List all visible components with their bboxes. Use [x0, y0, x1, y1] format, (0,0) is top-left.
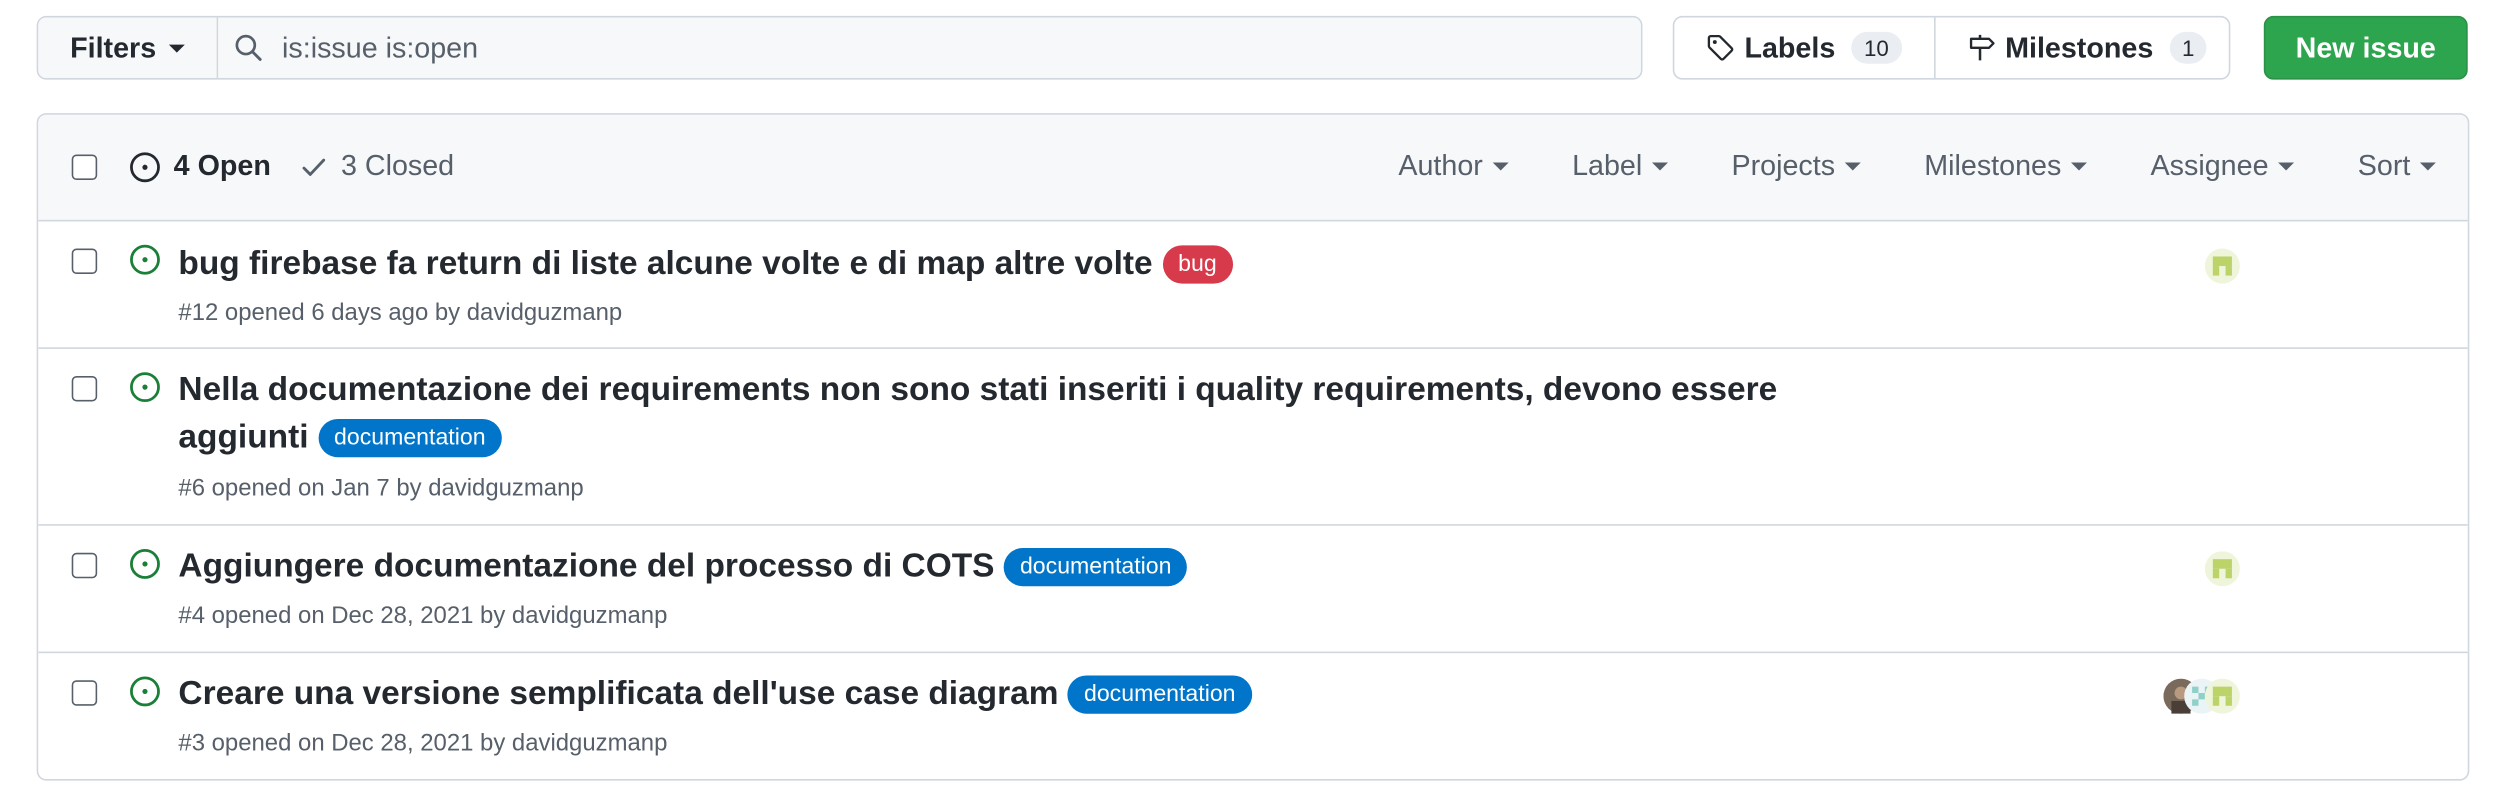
check-icon: [302, 157, 326, 176]
closed-count-label: 3 Closed: [340, 149, 455, 182]
projects-filter[interactable]: Projects: [1731, 149, 1861, 183]
issue-meta-text: #4 opened on Dec 28, 2021 by: [178, 602, 512, 630]
issue-label[interactable]: documentation: [1004, 548, 1188, 587]
assignee-avatar[interactable]: [2204, 551, 2240, 587]
author-filter-label: Author: [1398, 149, 1483, 182]
issue-title-link[interactable]: Nella documentazione dei requirements no…: [178, 371, 1777, 408]
issue-meta-text: #12 opened 6 days ago by: [178, 299, 467, 327]
issue-title-link[interactable]: bug firebase fa return di liste alcune v…: [178, 245, 1152, 282]
issue-title-line: Nella documentazione dei requirements no…: [178, 366, 1777, 414]
chevron-down-icon: [1651, 162, 1668, 171]
issue-author-link[interactable]: davidguzmanp: [428, 475, 583, 502]
issue-author-link[interactable]: davidguzmanp: [512, 730, 667, 757]
issues-list: 4 Open 3 Closed Author Label Projects Mi…: [36, 113, 2470, 781]
issue-checkbox[interactable]: [71, 552, 98, 579]
chevron-down-icon: [2419, 162, 2436, 171]
milestones-filter[interactable]: Milestones: [1924, 150, 2087, 183]
issues-list-header: 4 Open 3 Closed Author Label Projects Mi…: [38, 114, 2468, 222]
search-field[interactable]: [218, 17, 1641, 79]
issue-open-icon: [130, 549, 160, 579]
new-issue-button[interactable]: New issue: [2263, 15, 2468, 80]
filters-dropdown-button[interactable]: Filters: [38, 17, 219, 79]
assignee-filter-label: Assignee: [2150, 149, 2269, 182]
issue-state-toggle: 4 Open 3 Closed: [129, 150, 454, 183]
issue-title-link[interactable]: Creare una versione semplificata dell'us…: [178, 675, 1058, 712]
issue-title-line: Creare una versione semplificata dell'us…: [178, 671, 1252, 719]
issue-checkbox[interactable]: [71, 680, 98, 706]
chevron-down-icon: [2070, 162, 2087, 171]
issue-author-link[interactable]: davidguzmanp: [512, 602, 667, 629]
issue-open-icon: [130, 676, 160, 707]
labels-count: 10: [1851, 31, 1902, 64]
issue-author-link[interactable]: davidguzmanp: [467, 300, 622, 327]
milestones-count: 1: [2169, 31, 2208, 64]
chevron-down-icon: [2278, 162, 2295, 171]
select-all-checkbox[interactable]: [71, 154, 98, 181]
issue-row: Aggiungere documentazione del processo d…: [38, 526, 2468, 654]
issue-title-link[interactable]: Aggiungere documentazione del processo d…: [178, 548, 994, 585]
issue-open-icon: [130, 151, 160, 182]
open-count-label: 4 Open: [173, 149, 271, 182]
label-filter[interactable]: Label: [1572, 150, 1668, 183]
author-filter[interactable]: Author: [1398, 149, 1509, 183]
issue-meta: #4 opened on Dec 28, 2021 by davidguzman…: [178, 602, 667, 629]
issues-toolbar: Filters Labels 10 Milestones 1 New issue: [36, 15, 2468, 80]
milestones-filter-label: Milestones: [1924, 149, 2062, 182]
issue-title-line: Aggiungere documentazione del processo d…: [178, 543, 1188, 591]
filters-label: Filters: [70, 31, 157, 63]
issue-row: Creare una versione semplificata dell'us…: [38, 653, 2467, 779]
search-icon: [235, 34, 262, 61]
issue-checkbox[interactable]: [71, 375, 98, 402]
milestone-icon: [1969, 34, 1995, 61]
labels-label: Labels: [1744, 31, 1836, 63]
chevron-down-icon: [1844, 162, 1861, 171]
issue-open-icon: [130, 244, 160, 275]
search-input[interactable]: [278, 29, 1552, 67]
issue-title-line-2: aggiunti documentation: [178, 414, 502, 462]
sort-filter[interactable]: Sort: [2358, 150, 2436, 183]
chevron-down-icon: [1492, 162, 1509, 171]
sort-filter-label: Sort: [2357, 149, 2411, 182]
issue-label[interactable]: documentation: [318, 418, 502, 458]
issue-row: bug firebase fa return di liste alcune v…: [38, 221, 2468, 349]
issue-meta: #12 opened 6 days ago by davidguzmanp: [178, 300, 622, 327]
issue-meta-text: #3 opened on Dec 28, 2021 by: [178, 729, 512, 757]
issue-title-link-continued[interactable]: aggiunti: [178, 419, 308, 456]
projects-filter-label: Projects: [1731, 149, 1836, 182]
issue-open-icon: [130, 372, 160, 403]
chevron-down-icon: [168, 43, 185, 52]
label-filter-label: Label: [1572, 149, 1643, 182]
milestones-label: Milestones: [2005, 31, 2154, 63]
list-filters: Author Label Projects Milestones Assigne…: [1398, 150, 2436, 183]
labels-milestones-group: Labels 10 Milestones 1: [1672, 15, 2231, 80]
issue-label[interactable]: bug: [1162, 245, 1233, 284]
issue-meta-text: #6 opened on Jan 7 by: [178, 474, 429, 502]
filter-search-group: Filters: [36, 15, 1643, 80]
assignee-filter[interactable]: Assignee: [2150, 149, 2295, 183]
closed-issues-tab[interactable]: 3 Closed: [300, 149, 455, 183]
issue-title-line: bug firebase fa return di liste alcune v…: [178, 241, 1233, 289]
assignee-avatar[interactable]: [2204, 678, 2240, 714]
assignee-avatar[interactable]: [2204, 248, 2240, 284]
issue-row: Nella documentazione dei requirements no…: [38, 349, 2468, 526]
open-issues-tab[interactable]: 4 Open: [129, 150, 271, 183]
issue-label[interactable]: documentation: [1068, 675, 1252, 714]
milestones-button[interactable]: Milestones 1: [1933, 17, 2228, 79]
labels-button[interactable]: Labels 10: [1674, 18, 1933, 79]
tag-icon: [1707, 34, 1734, 61]
issue-checkbox[interactable]: [71, 248, 98, 275]
issue-meta: #6 opened on Jan 7 by davidguzmanp: [178, 475, 583, 502]
issue-meta: #3 opened on Dec 28, 2021 by davidguzman…: [178, 730, 667, 757]
